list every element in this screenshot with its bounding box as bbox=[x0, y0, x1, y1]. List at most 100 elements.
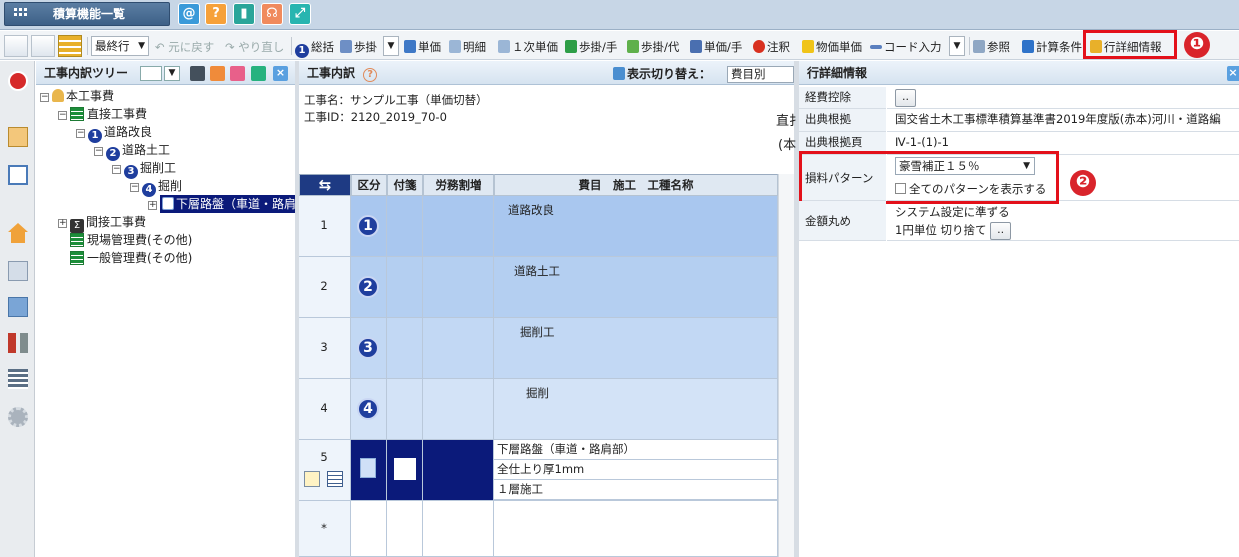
function-menu-button[interactable]: 積算機能一覧 bbox=[4, 2, 170, 26]
sticky-note-cell[interactable] bbox=[387, 318, 423, 379]
expand-node-icon[interactable]: + bbox=[148, 201, 157, 210]
labor-substitute-button[interactable]: 歩掛/代 bbox=[627, 38, 679, 56]
document-icon[interactable] bbox=[8, 261, 28, 281]
collapse-icon[interactable]: − bbox=[130, 183, 139, 192]
tree-node-main-cost[interactable]: − 本工事費 bbox=[40, 87, 114, 105]
rounding-button[interactable]: .. bbox=[990, 221, 1012, 240]
close-icon[interactable]: × bbox=[273, 66, 288, 81]
primary-unit-button[interactable]: １次単価 bbox=[498, 38, 558, 56]
col-header-labor-surcharge[interactable]: 労務割増 bbox=[423, 174, 494, 196]
row-number-cell[interactable]: 5 bbox=[299, 440, 351, 501]
center-scrollbar[interactable] bbox=[778, 174, 794, 557]
price-unit-button[interactable]: 物価単価 bbox=[802, 38, 862, 56]
collapse-icon[interactable]: − bbox=[76, 129, 85, 138]
sticky-note-cell[interactable] bbox=[387, 501, 423, 557]
expand-node-icon[interactable]: + bbox=[58, 219, 67, 228]
tree-node-earthwork[interactable]: −2 道路土工 bbox=[94, 141, 170, 161]
col-header-item-name[interactable]: 費目 施工 工種名称 bbox=[494, 174, 778, 196]
upload-icon[interactable] bbox=[8, 297, 28, 317]
row-number-cell[interactable]: * bbox=[299, 501, 351, 557]
category-cell[interactable]: 1 bbox=[351, 196, 387, 257]
unit-price-manual-button[interactable]: 単価/手 bbox=[690, 38, 742, 56]
row-number-cell[interactable]: 1 bbox=[299, 196, 351, 257]
labor-surcharge-cell[interactable] bbox=[423, 196, 494, 257]
tree-layout-icon[interactable] bbox=[8, 127, 28, 147]
tree-node-site-management[interactable]: 現場管理費(その他) bbox=[70, 231, 192, 249]
folder-icon[interactable] bbox=[230, 66, 245, 81]
list-settings-icon[interactable] bbox=[8, 369, 28, 389]
col-header-category[interactable]: 区分 bbox=[351, 174, 387, 196]
tree-node-road-improvement[interactable]: −1 道路改良 bbox=[76, 123, 152, 143]
sticky-note-cell[interactable] bbox=[387, 257, 423, 318]
row-detail-icon[interactable] bbox=[327, 471, 343, 487]
tools-icon[interactable] bbox=[8, 333, 28, 353]
category-cell[interactable]: 3 bbox=[351, 318, 387, 379]
labor-dropdown[interactable]: ▼ bbox=[383, 36, 399, 56]
collapse-icon[interactable]: − bbox=[112, 165, 121, 174]
folder-open-icon[interactable] bbox=[210, 66, 225, 81]
at-icon[interactable]: @ bbox=[178, 3, 200, 25]
tree-node-lower-subbase[interactable]: + 下層路盤（車道・路肩 bbox=[148, 195, 295, 213]
gear-icon[interactable] bbox=[8, 407, 28, 427]
unit-price-button[interactable]: 単価 bbox=[404, 38, 441, 56]
tree-options-dropdown[interactable]: ▼ bbox=[164, 66, 180, 81]
support-icon[interactable]: ☊ bbox=[261, 3, 283, 25]
item-name-cell[interactable]: 道路改良 bbox=[494, 196, 778, 257]
item-name-cell[interactable]: 下層路盤（車道・路肩部） 全仕上り厚1mm １層施工 bbox=[494, 440, 778, 501]
help-icon[interactable]: ? bbox=[363, 68, 378, 82]
row-number-cell[interactable]: 3 bbox=[299, 318, 351, 379]
category-cell[interactable] bbox=[351, 501, 387, 557]
sticky-note-cell[interactable] bbox=[387, 379, 423, 440]
view-switch-select[interactable]: 費目別 bbox=[727, 66, 794, 83]
code-input-dropdown[interactable]: ▼ bbox=[949, 36, 965, 56]
column-swap-icon[interactable]: ⇆ bbox=[299, 174, 351, 196]
undo-button[interactable]: ↶ 元に戻す bbox=[155, 38, 214, 56]
item-name-cell[interactable] bbox=[494, 501, 778, 557]
sticky-note-cell[interactable] bbox=[387, 196, 423, 257]
code-input-button[interactable]: コード入力 bbox=[870, 38, 942, 56]
labor-manual-button[interactable]: 歩掛/手 bbox=[565, 38, 617, 56]
expense-deduction-button[interactable]: .. bbox=[895, 88, 916, 107]
collapse-icon[interactable]: − bbox=[94, 147, 103, 156]
calc-condition-button[interactable]: 計算条件 bbox=[1022, 38, 1082, 56]
sticky-note-cell[interactable] bbox=[387, 440, 423, 501]
window-icon[interactable] bbox=[8, 165, 28, 185]
expand-icon[interactable]: ⤢ bbox=[289, 3, 311, 25]
item-name-cell[interactable]: 道路土工 bbox=[494, 257, 778, 318]
item-name-cell[interactable]: 掘削工 bbox=[494, 318, 778, 379]
labor-surcharge-cell[interactable] bbox=[423, 379, 494, 440]
row-number-cell[interactable]: 2 bbox=[299, 257, 351, 318]
category-cell[interactable] bbox=[351, 440, 387, 501]
table-icon[interactable] bbox=[58, 35, 82, 57]
power-icon[interactable] bbox=[8, 71, 28, 91]
redo-button[interactable]: ↷ やり直し bbox=[225, 38, 284, 56]
summary-button[interactable]: 1 総括 bbox=[295, 38, 334, 58]
pin-icon[interactable] bbox=[140, 66, 162, 81]
category-cell[interactable]: 4 bbox=[351, 379, 387, 440]
settings-small-icon[interactable] bbox=[190, 66, 205, 81]
labor-button[interactable]: 歩掛 bbox=[340, 38, 377, 56]
home-icon[interactable] bbox=[8, 223, 28, 243]
row-number-cell[interactable]: 4 bbox=[299, 379, 351, 440]
tree-node-general-management[interactable]: 一般管理費(その他) bbox=[70, 249, 192, 267]
refresh-icon[interactable] bbox=[251, 66, 266, 81]
labor-surcharge-cell[interactable] bbox=[423, 440, 494, 501]
note-button[interactable]: 注釈 bbox=[753, 38, 790, 56]
bookmark-icon[interactable]: ▮ bbox=[233, 3, 255, 25]
row-position-select[interactable]: 最終行 ▼ bbox=[91, 36, 149, 56]
item-name-cell[interactable]: 掘削 bbox=[494, 379, 778, 440]
collapse-icon[interactable]: − bbox=[40, 93, 49, 102]
close-detail-icon[interactable]: × bbox=[1227, 66, 1239, 81]
detail-button[interactable]: 明細 bbox=[449, 38, 486, 56]
labor-surcharge-cell[interactable] bbox=[423, 501, 494, 557]
edit-row-icon[interactable] bbox=[304, 471, 320, 487]
reference-button[interactable]: 参照 bbox=[973, 38, 1010, 56]
sticky-note-checkbox[interactable] bbox=[394, 458, 416, 480]
help-icon[interactable]: ? bbox=[205, 3, 227, 25]
tree-node-excavation[interactable]: −4 掘削 bbox=[130, 177, 182, 197]
tree-node-excavation-work[interactable]: −3 掘削工 bbox=[112, 159, 176, 179]
col-header-sticky[interactable]: 付箋 bbox=[387, 174, 423, 196]
category-cell[interactable]: 2 bbox=[351, 257, 387, 318]
insert-row-icon[interactable] bbox=[4, 35, 28, 57]
labor-surcharge-cell[interactable] bbox=[423, 257, 494, 318]
